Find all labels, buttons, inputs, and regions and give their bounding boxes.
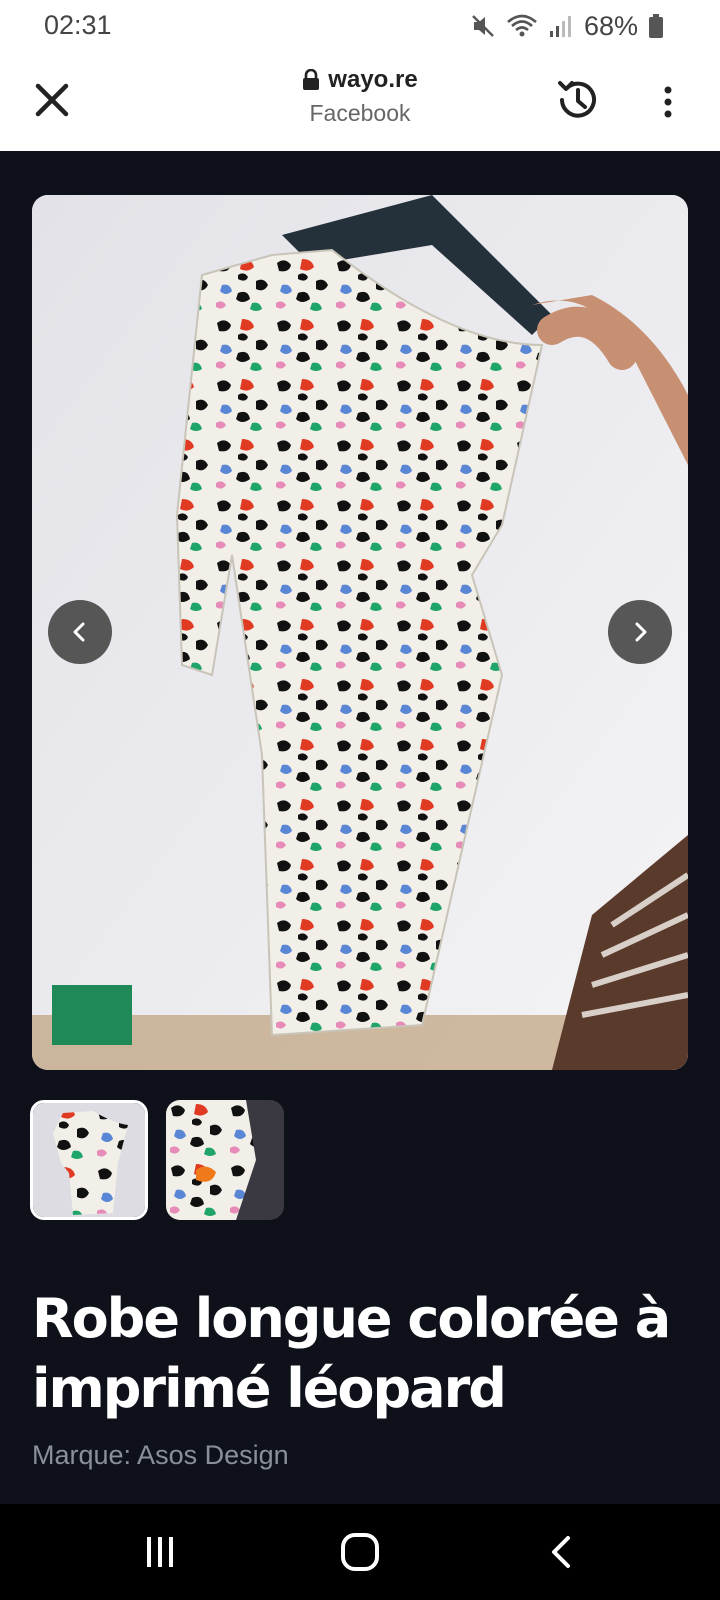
thumbnail-1[interactable] bbox=[30, 1100, 148, 1220]
history-button[interactable] bbox=[552, 74, 604, 126]
status-time: 02:31 bbox=[44, 10, 112, 40]
battery-percent: 68% bbox=[583, 10, 638, 41]
browser-toolbar: wayo.re Facebook bbox=[0, 52, 720, 151]
signal-icon bbox=[549, 16, 571, 37]
home-icon bbox=[341, 1533, 379, 1571]
recent-apps-button[interactable] bbox=[130, 1526, 190, 1578]
next-image-button[interactable] bbox=[608, 600, 672, 664]
site-name: Facebook bbox=[309, 100, 411, 126]
url-block[interactable]: wayo.re Facebook bbox=[210, 66, 510, 127]
url-text: wayo.re bbox=[328, 66, 418, 93]
battery-icon bbox=[649, 14, 663, 38]
thumbnail-2[interactable] bbox=[166, 1100, 284, 1220]
recent-apps-icon bbox=[147, 1537, 173, 1567]
chevron-left-icon bbox=[73, 622, 85, 642]
system-nav-bar bbox=[0, 1504, 720, 1600]
dress-photo bbox=[32, 195, 688, 1070]
chevron-right-icon bbox=[635, 622, 647, 642]
product-brand: Marque: Asos Design bbox=[32, 1440, 289, 1470]
product-main-image[interactable] bbox=[32, 195, 688, 1070]
thumbnail-2-image bbox=[166, 1100, 284, 1220]
url-line: wayo.re bbox=[210, 66, 510, 94]
back-button[interactable] bbox=[532, 1526, 592, 1578]
close-button[interactable] bbox=[30, 78, 74, 122]
previous-image-button[interactable] bbox=[48, 600, 112, 664]
status-icons: 68% bbox=[470, 10, 664, 42]
close-icon bbox=[35, 83, 69, 117]
more-options-button[interactable] bbox=[650, 78, 686, 126]
thumbnail-1-image bbox=[33, 1103, 145, 1217]
lock-icon bbox=[303, 69, 320, 90]
home-button[interactable] bbox=[330, 1526, 390, 1578]
mute-icon bbox=[472, 15, 494, 37]
product-title: Robe longue colorée à imprimé léopard bbox=[32, 1287, 671, 1420]
more-vert-icon bbox=[664, 86, 672, 118]
history-icon bbox=[558, 81, 596, 118]
status-bar: 02:31 68% bbox=[0, 0, 720, 52]
wifi-icon bbox=[507, 14, 537, 37]
back-icon bbox=[552, 1536, 570, 1568]
